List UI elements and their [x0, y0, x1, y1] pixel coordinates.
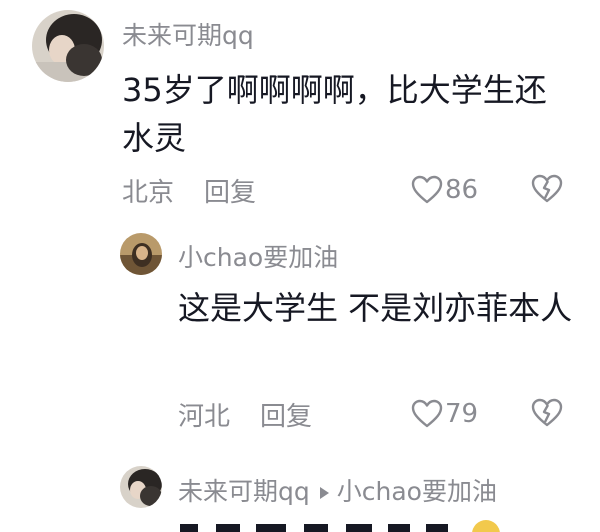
avatar[interactable]: [120, 233, 162, 275]
comment-text: 这是大学生 不是刘亦菲本人: [178, 289, 573, 327]
comment-username[interactable]: 小chao要加油: [178, 238, 338, 274]
broken-heart-icon: [531, 174, 563, 204]
comment-text-cut-off: [174, 512, 514, 532]
like-count: 79: [445, 399, 479, 429]
comment-username[interactable]: 未来可期qq: [122, 16, 254, 52]
comment-location: 河北: [178, 401, 231, 432]
heart-outline-icon: [411, 175, 443, 205]
like-button[interactable]: 86: [411, 172, 478, 208]
like-button[interactable]: 79: [411, 396, 478, 432]
comment-text: 35岁了啊啊啊啊，比大学生还水灵: [122, 71, 547, 157]
heart-outline-icon: [411, 399, 443, 429]
avatar[interactable]: [32, 10, 104, 82]
comment-username-thread: 未来可期qq 小chao要加油: [178, 472, 497, 508]
comment-meta: 河北 回复: [178, 396, 312, 432]
dislike-button[interactable]: [531, 174, 563, 204]
reply-button[interactable]: 回复: [260, 396, 312, 433]
reply-button[interactable]: 回复: [204, 172, 256, 209]
like-count: 86: [445, 175, 479, 205]
comment-meta: 北京 回复: [122, 172, 256, 208]
reply-to-username[interactable]: 小chao要加油: [337, 477, 497, 506]
dislike-button[interactable]: [531, 398, 563, 428]
avatar[interactable]: [120, 466, 162, 508]
triangle-right-icon: [319, 487, 329, 499]
comment-location: 北京: [122, 177, 175, 208]
comment-username[interactable]: 未来可期qq: [178, 477, 310, 506]
broken-heart-icon: [531, 398, 563, 428]
